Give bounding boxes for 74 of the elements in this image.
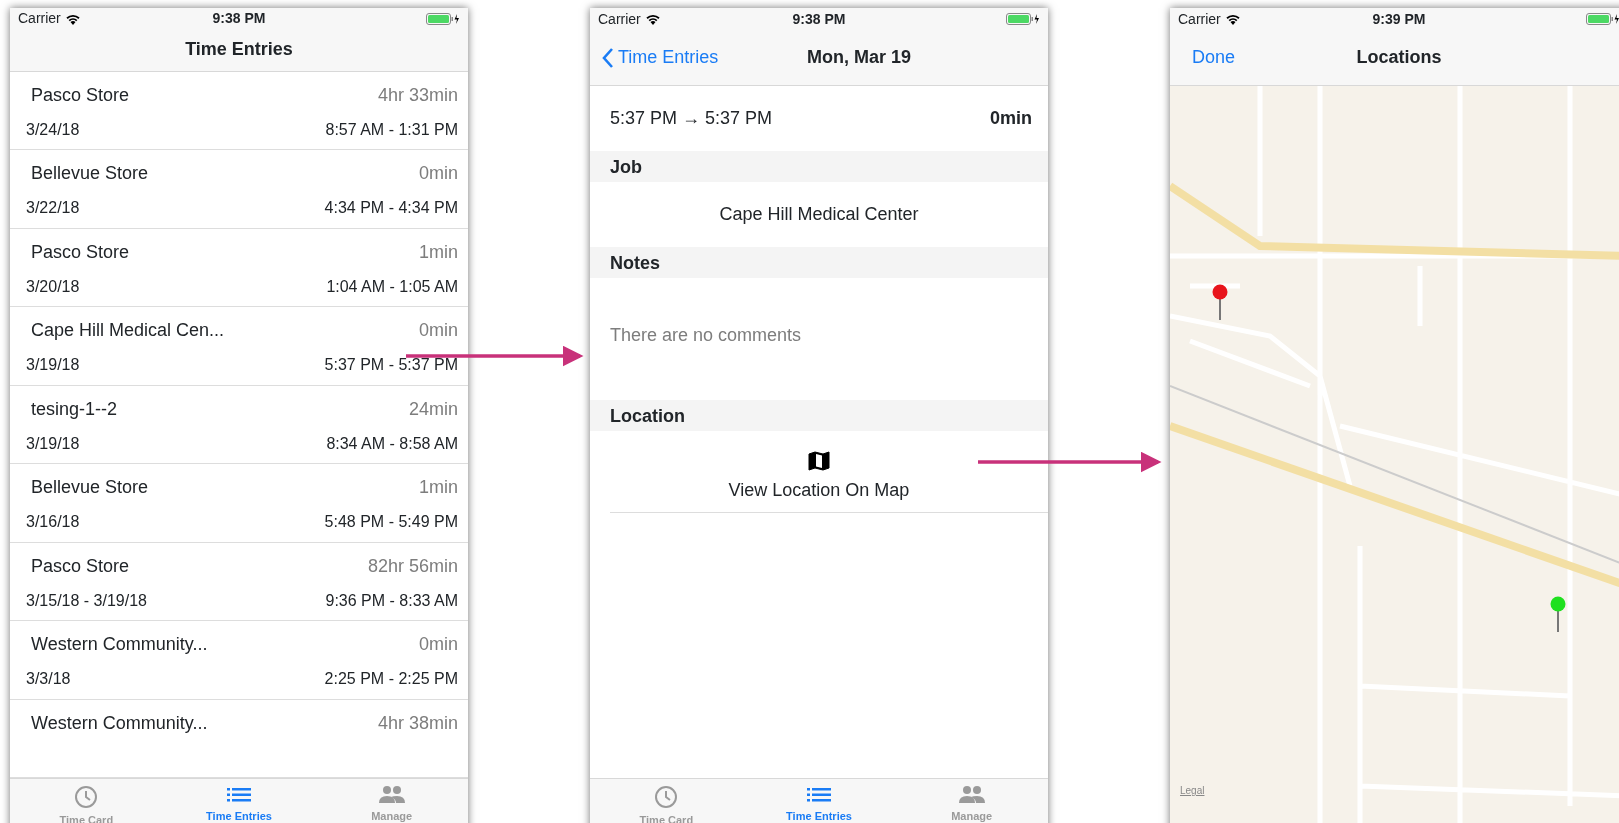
entry-title: tesing-1--2 — [31, 397, 118, 421]
clock-icon — [654, 785, 679, 809]
entry-duration: 0min — [419, 319, 458, 342]
time-range: 5:37 PM → 5:37 PM — [610, 107, 773, 130]
entry-date: 3/15/18 - 3/19/18 — [26, 590, 147, 611]
clock-icon — [74, 785, 99, 809]
tab[interactable]: Time Entries — [742, 779, 896, 823]
entry-time-range: 4:34 PM - 4:34 PM — [324, 198, 458, 218]
list-icon — [227, 785, 251, 805]
duration-label: 0min — [990, 107, 1032, 130]
back-link[interactable]: Time Entries — [602, 44, 719, 71]
entry-duration: 4hr 33min — [377, 83, 458, 107]
entry-duration: 24min — [408, 397, 458, 421]
carrier-label: Carrier — [1178, 9, 1221, 29]
status-time: 9:38 PM — [212, 9, 266, 28]
entry-time-range: 1:04 AM - 1:05 AM — [326, 276, 458, 297]
pin-icon[interactable] — [1550, 596, 1566, 632]
entry-time-range: 9:36 PM - 8:33 AM — [325, 590, 458, 611]
entry-title: Western Community... — [31, 633, 208, 656]
entry-title: Bellevue Store — [31, 162, 149, 185]
entry-title: Pasco Store — [31, 83, 130, 107]
entry-duration: 1min — [419, 476, 458, 499]
entry-date: 3/22/18 — [26, 198, 80, 218]
battery-icon — [426, 12, 460, 25]
view-map-button[interactable]: View Location On Map — [728, 441, 910, 504]
tab[interactable]: Time Entries — [162, 779, 316, 823]
battery-icon — [1006, 13, 1040, 25]
nav-title: Mon, Mar 19 — [807, 46, 911, 69]
list-icon — [807, 785, 831, 805]
entry-date: 3/24/18 — [26, 119, 80, 140]
carrier-label: Carrier — [18, 9, 61, 28]
notes-field[interactable]: There are no comments — [590, 278, 1048, 400]
nav-title: Time Entries — [185, 38, 293, 62]
job-name: Cape Hill Medical Center — [719, 203, 919, 226]
wifi-icon — [1224, 13, 1241, 25]
entry-date: 3/19/18 — [26, 355, 80, 375]
entry-title: Cape Hill Medical Cen... — [31, 319, 225, 342]
entry-time-range: 5:37 PM - 5:37 PM — [324, 355, 458, 375]
battery-icon — [1586, 13, 1619, 25]
entry-title: Western Community... — [31, 711, 208, 735]
entry-duration: 0min — [419, 633, 458, 656]
section-header: Job — [590, 151, 1048, 182]
section-header: Location — [590, 400, 1048, 431]
entry-date: 3/19/18 — [26, 433, 80, 454]
done-button[interactable]: Done — [1182, 44, 1236, 71]
people-icon — [958, 785, 985, 805]
wifi-icon — [64, 12, 81, 25]
map-icon — [808, 451, 830, 471]
entry-time-range: 2:25 PM - 2:25 PM — [324, 669, 458, 689]
chevron-left-icon — [602, 47, 614, 68]
tab[interactable]: Manage — [315, 779, 468, 823]
entry-duration: 82hr 56min — [367, 554, 458, 578]
section-header: Notes — [590, 247, 1048, 278]
people-icon — [378, 785, 405, 805]
status-time: 9:39 PM — [1372, 9, 1426, 29]
legal-link[interactable]: Legal — [1180, 783, 1205, 798]
entry-title: Pasco Store — [31, 554, 130, 578]
entry-date: 3/20/18 — [26, 276, 80, 297]
pin-icon[interactable] — [1212, 284, 1228, 320]
status-time: 9:38 PM — [792, 9, 846, 29]
entry-duration: 1min — [419, 240, 458, 264]
entry-time-range: 8:34 AM - 8:58 AM — [326, 433, 458, 454]
wifi-icon — [644, 13, 661, 25]
entry-duration: 0min — [419, 162, 458, 185]
entry-time-range: 5:48 PM - 5:49 PM — [324, 512, 458, 532]
entry-title: Pasco Store — [31, 240, 130, 264]
entry-date: 3/3/18 — [26, 669, 71, 689]
entry-duration: 4hr 38min — [377, 711, 458, 735]
entry-date: 3/16/18 — [26, 512, 80, 532]
nav-title: Locations — [1356, 46, 1442, 69]
entry-time-range: 8:57 AM - 1:31 PM — [325, 119, 458, 140]
entry-title: Bellevue Store — [31, 476, 149, 499]
carrier-label: Carrier — [598, 9, 641, 29]
tab[interactable]: Manage — [895, 779, 1048, 823]
